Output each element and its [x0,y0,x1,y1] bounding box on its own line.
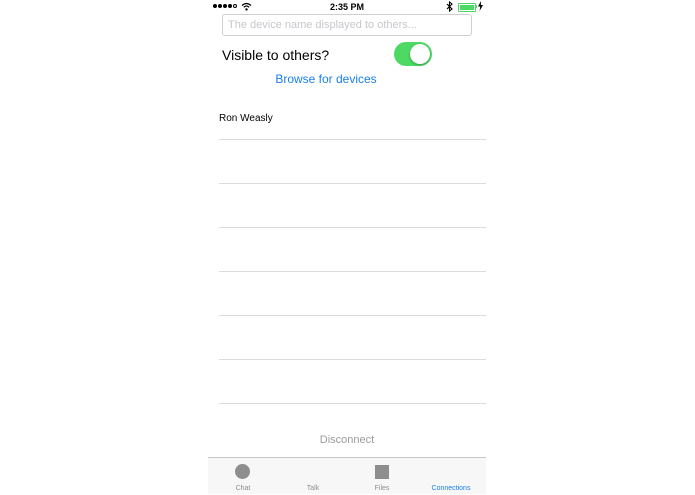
tab-label: Files [374,485,390,492]
list-item[interactable] [219,316,486,360]
visible-to-others-label: Visible to others? [222,47,330,63]
tab-bar: Chat Talk Files Connections [208,457,486,494]
tab-files[interactable]: Files [347,458,417,495]
battery-level [460,5,474,10]
browse-devices-button[interactable]: Browse for devices [208,72,444,86]
charging-bolt-icon [478,1,483,11]
phone-screen: 2:35 PM Visible to others? Browse for de… [208,0,486,494]
battery-icon [458,3,476,12]
tab-label: Connections [431,485,471,492]
disconnect-button[interactable]: Disconnect [208,434,486,446]
list-item[interactable] [219,272,486,316]
tab-connections[interactable]: Connections [416,458,486,495]
status-time: 2:35 PM [329,2,364,12]
toggle-knob [410,44,430,64]
tab-label: Talk [306,485,320,492]
list-item[interactable] [219,184,486,228]
battery-tip [476,5,477,8]
list-item[interactable]: Ron Weasly [219,96,486,140]
device-name: Ron Weasly [219,113,273,124]
list-item[interactable] [219,140,486,184]
visible-toggle[interactable] [394,42,432,66]
tab-talk[interactable]: Talk [278,458,348,495]
device-name-input[interactable] [222,14,472,36]
status-bar: 2:35 PM [208,0,486,14]
tab-label: Chat [235,485,251,492]
tab-chat[interactable]: Chat [208,458,278,495]
list-item[interactable] [219,228,486,272]
bluetooth-icon [446,1,453,12]
device-list: Ron Weasly [219,96,486,404]
circle-icon [235,464,250,479]
list-item[interactable] [219,360,486,404]
square-icon [375,465,389,479]
